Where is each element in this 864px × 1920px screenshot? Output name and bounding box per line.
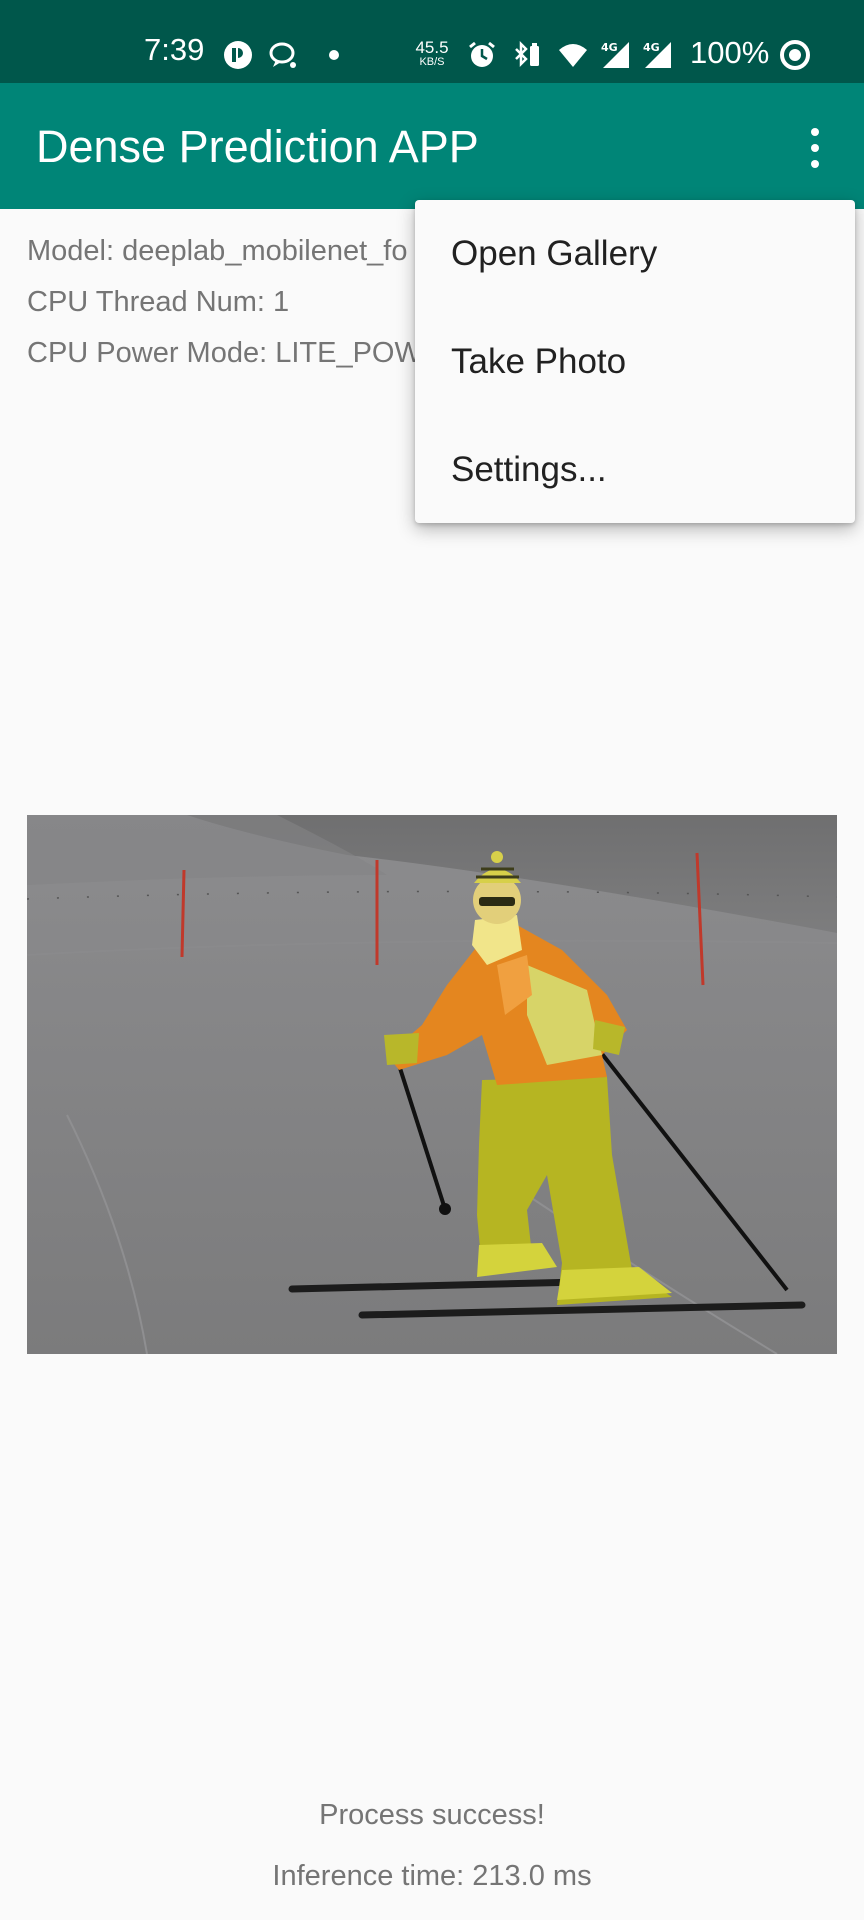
signal-4g-icon: 4G bbox=[601, 41, 629, 68]
dot-icon bbox=[329, 50, 339, 60]
chat-icon bbox=[269, 42, 296, 68]
bluetooth-battery-icon bbox=[515, 40, 539, 68]
overflow-menu: Open Gallery Take Photo Settings... bbox=[415, 200, 855, 523]
model-info: Model: deeplab_mobilenet_fo bbox=[27, 235, 408, 267]
app-notification-icon bbox=[224, 41, 252, 69]
svg-text:4G: 4G bbox=[601, 41, 618, 54]
inference-time: Inference time: 213.0 ms bbox=[272, 1860, 592, 1892]
cpu-thread-info: CPU Thread Num: 1 bbox=[27, 286, 290, 318]
battery-level: 100% bbox=[690, 35, 770, 70]
wifi-icon bbox=[559, 44, 587, 67]
status-bar: 7:39 45.5 KB/S 4G 4G 100% bbox=[0, 0, 864, 83]
segmentation-result-image bbox=[27, 815, 837, 1354]
alarm-icon bbox=[469, 41, 495, 67]
page-title: Dense Prediction APP bbox=[36, 121, 479, 172]
ring-icon bbox=[780, 40, 810, 70]
svg-text:4G: 4G bbox=[643, 41, 660, 54]
process-status: Process success! bbox=[319, 1799, 545, 1831]
status-time: 7:39 bbox=[144, 32, 205, 67]
menu-item-take-photo[interactable]: Take Photo bbox=[415, 308, 855, 416]
signal-4g-icon: 4G bbox=[643, 41, 671, 68]
menu-item-open-gallery[interactable]: Open Gallery bbox=[415, 200, 855, 308]
more-vert-icon[interactable] bbox=[792, 123, 836, 173]
menu-item-settings[interactable]: Settings... bbox=[415, 416, 855, 524]
app-toolbar: Dense Prediction APP bbox=[0, 83, 864, 209]
net-speed: 45.5 KB/S bbox=[415, 38, 449, 68]
cpu-power-info: CPU Power Mode: LITE_POW bbox=[27, 337, 422, 369]
